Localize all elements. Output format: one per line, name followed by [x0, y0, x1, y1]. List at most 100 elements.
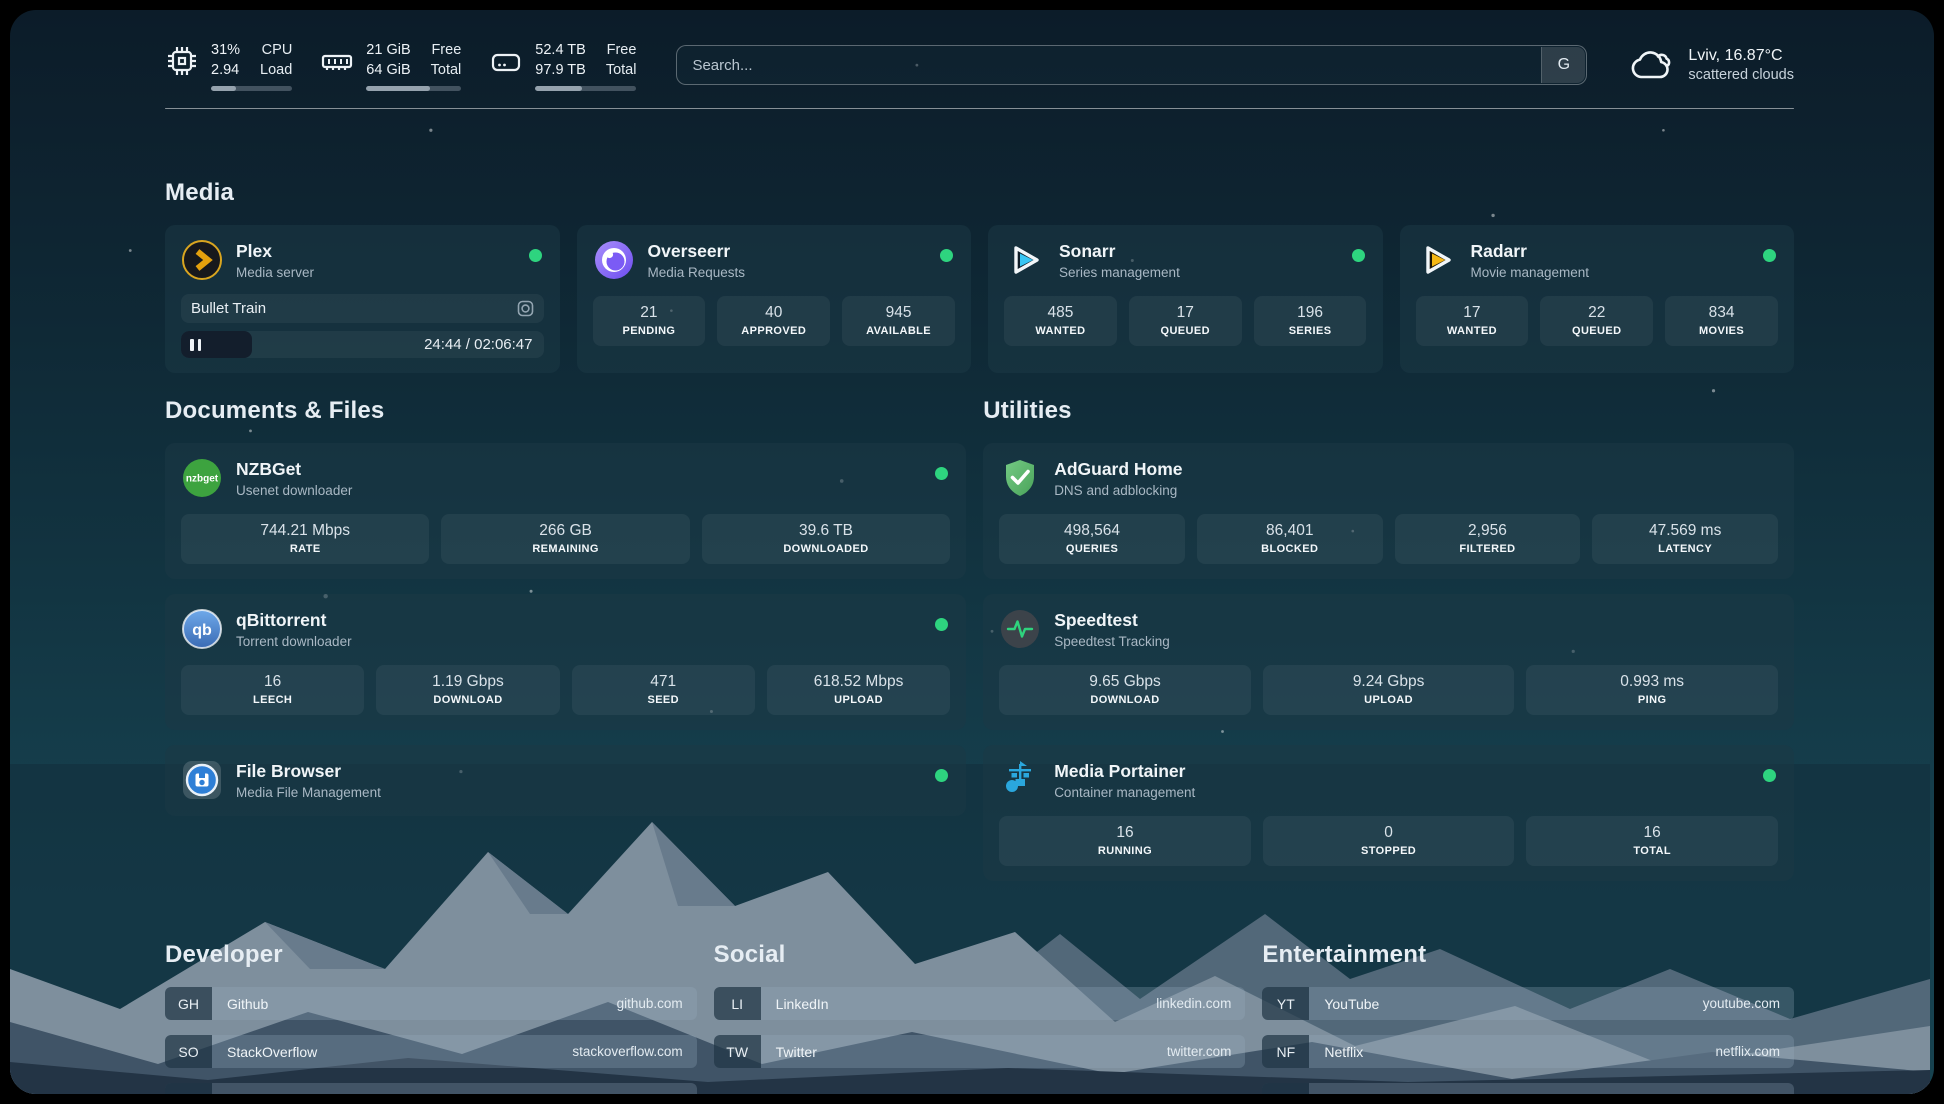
stat-blocked: 86,401 BLOCKED — [1197, 514, 1383, 564]
portainer-icon — [999, 759, 1041, 801]
service-card-plex[interactable]: Plex Media server Bullet Train 24:44 / 0… — [165, 225, 560, 373]
section-title-documents: Documents & Files — [165, 397, 966, 425]
media-grid: Plex Media server Bullet Train 24:44 / 0… — [165, 225, 1794, 373]
bookmark-twitter[interactable]: TW Twitter twitter.com — [714, 1035, 1246, 1068]
bookmark-name: Twitter — [761, 1044, 817, 1060]
disk-free-value: 52.4 TB — [535, 40, 586, 60]
disk-progress-bar — [535, 86, 636, 91]
service-description: Movie management — [1471, 265, 1590, 280]
bookmark-name: Github — [212, 996, 268, 1012]
service-name: qBittorrent — [236, 610, 352, 631]
bookmark-abbr: LI — [714, 987, 761, 1020]
nzbget-icon: nzbget — [181, 457, 223, 499]
stat-leech: 16 LEECH — [181, 665, 364, 715]
bookmark-name: LinkedIn — [761, 996, 829, 1012]
now-playing-title: Bullet Train — [191, 300, 266, 317]
bookmark-name: StackOverflow — [212, 1044, 317, 1060]
memory-free-label: Free — [431, 40, 462, 60]
stat-running: 16 RUNNING — [999, 816, 1251, 866]
stat-downloaded: 39.6 TB DOWNLOADED — [702, 514, 950, 564]
weather-widget: Lviv, 16.87°C scattered clouds — [1629, 47, 1794, 83]
service-name: File Browser — [236, 761, 381, 782]
playback-time: 24:44 / 02:06:47 — [424, 336, 543, 353]
stat-pending: 21 PENDING — [593, 296, 706, 346]
stat-latency: 47.569 ms LATENCY — [1592, 514, 1778, 564]
disk-resource-widget: 52.4 TB 97.9 TB Free Total — [489, 40, 636, 91]
disk-icon — [489, 44, 523, 78]
top-bar: 31% 2.94 CPU Load — [165, 40, 1794, 91]
memory-progress-bar — [366, 86, 461, 91]
disk-total-value: 97.9 TB — [535, 60, 586, 80]
bookmark-abbr: GH — [165, 987, 212, 1020]
service-description: Series management — [1059, 265, 1180, 280]
stat-movies: 834 MOVIES — [1665, 296, 1778, 346]
stat-queued: 22 QUEUED — [1540, 296, 1653, 346]
service-card-qbittorrent[interactable]: qb qBittorrent Torrent downloader 16 — [165, 594, 966, 730]
dashboard-screen: 31% 2.94 CPU Load — [10, 10, 1934, 1094]
service-description: Speedtest Tracking — [1054, 634, 1170, 649]
section-title-utilities: Utilities — [983, 397, 1794, 425]
service-card-adguard[interactable]: AdGuard Home DNS and adblocking 498,564 … — [983, 443, 1794, 579]
service-description: Torrent downloader — [236, 634, 352, 649]
adguard-icon — [999, 457, 1041, 499]
search-input[interactable] — [677, 46, 1586, 84]
plex-icon — [181, 239, 223, 281]
bookmark-dev[interactable]: DT DEV dev.to — [165, 1083, 697, 1094]
bookmark-stackoverflow[interactable]: SO StackOverflow stackoverflow.com — [165, 1035, 697, 1068]
bookmark-youtube[interactable]: YT YouTube youtube.com — [1262, 987, 1794, 1020]
service-card-radarr[interactable]: Radarr Movie management 17 WANTED 22 QUE… — [1400, 225, 1795, 373]
status-dot — [1763, 769, 1776, 782]
qbittorrent-icon: qb — [181, 608, 223, 650]
bookmark-netflix[interactable]: NF Netflix netflix.com — [1262, 1035, 1794, 1068]
cpu-usage-value: 31% — [211, 40, 240, 60]
now-playing-camera-icon — [517, 300, 534, 317]
bookmark-url: reddit.com — [1717, 1092, 1794, 1094]
bookmark-group-developer: Developer GH Github github.com SO StackO… — [165, 941, 697, 1094]
bookmark-url: linkedin.com — [1156, 996, 1245, 1011]
radarr-icon — [1416, 239, 1458, 281]
memory-icon — [320, 44, 354, 78]
bookmark-url: stackoverflow.com — [572, 1044, 696, 1059]
section-title-developer: Developer — [165, 941, 697, 969]
service-description: Usenet downloader — [236, 483, 352, 498]
status-dot — [529, 249, 542, 262]
service-description: Media File Management — [236, 785, 381, 800]
stat-queued: 17 QUEUED — [1129, 296, 1242, 346]
service-card-nzbget[interactable]: nzbget NZBGet Usenet downloader 744.21 M… — [165, 443, 966, 579]
service-card-filebrowser[interactable]: File Browser Media File Management — [165, 745, 966, 816]
cpu-load-label: Load — [260, 60, 292, 80]
service-card-sonarr[interactable]: Sonarr Series management 485 WANTED 17 Q… — [988, 225, 1383, 373]
memory-resource-widget: 21 GiB 64 GiB Free Total — [320, 40, 461, 91]
overseerr-icon — [593, 239, 635, 281]
search-provider-button[interactable]: G — [1541, 47, 1585, 83]
bookmark-github[interactable]: GH Github github.com — [165, 987, 697, 1020]
bookmark-linkedin[interactable]: LI LinkedIn linkedin.com — [714, 987, 1246, 1020]
topbar-divider — [165, 108, 1794, 110]
bookmark-url: youtube.com — [1703, 996, 1794, 1011]
disk-total-label: Total — [606, 60, 637, 80]
bookmark-name: Reddit — [1309, 1092, 1364, 1095]
service-card-overseerr[interactable]: Overseerr Media Requests 21 PENDING 40 A… — [577, 225, 972, 373]
stat-download: 9.65 Gbps DOWNLOAD — [999, 665, 1251, 715]
service-card-speedtest[interactable]: Speedtest Speedtest Tracking 9.65 Gbps D… — [983, 594, 1794, 730]
section-title-social: Social — [714, 941, 1246, 969]
stat-queries: 498,564 QUERIES — [999, 514, 1185, 564]
stat-wanted: 17 WANTED — [1416, 296, 1529, 346]
service-card-portainer[interactable]: Media Portainer Container management 16 … — [983, 745, 1794, 881]
stat-download: 1.19 Gbps DOWNLOAD — [376, 665, 559, 715]
bookmark-abbr: YT — [1262, 987, 1309, 1020]
memory-total-value: 64 GiB — [366, 60, 410, 80]
bookmark-reddit[interactable]: RE Reddit reddit.com — [1262, 1083, 1794, 1094]
service-name: Radarr — [1471, 241, 1590, 262]
section-title-entertainment: Entertainment — [1262, 941, 1794, 969]
service-description: Container management — [1054, 785, 1195, 800]
service-name: Overseerr — [648, 241, 746, 262]
service-name: AdGuard Home — [1054, 459, 1182, 480]
stat-upload: 618.52 Mbps UPLOAD — [767, 665, 950, 715]
cpu-load-value: 2.94 — [211, 60, 240, 80]
stat-total: 16 TOTAL — [1526, 816, 1778, 866]
status-dot — [940, 249, 953, 262]
stat-series: 196 SERIES — [1254, 296, 1367, 346]
service-name: Media Portainer — [1054, 761, 1195, 782]
bookmark-abbr: DT — [165, 1083, 212, 1094]
